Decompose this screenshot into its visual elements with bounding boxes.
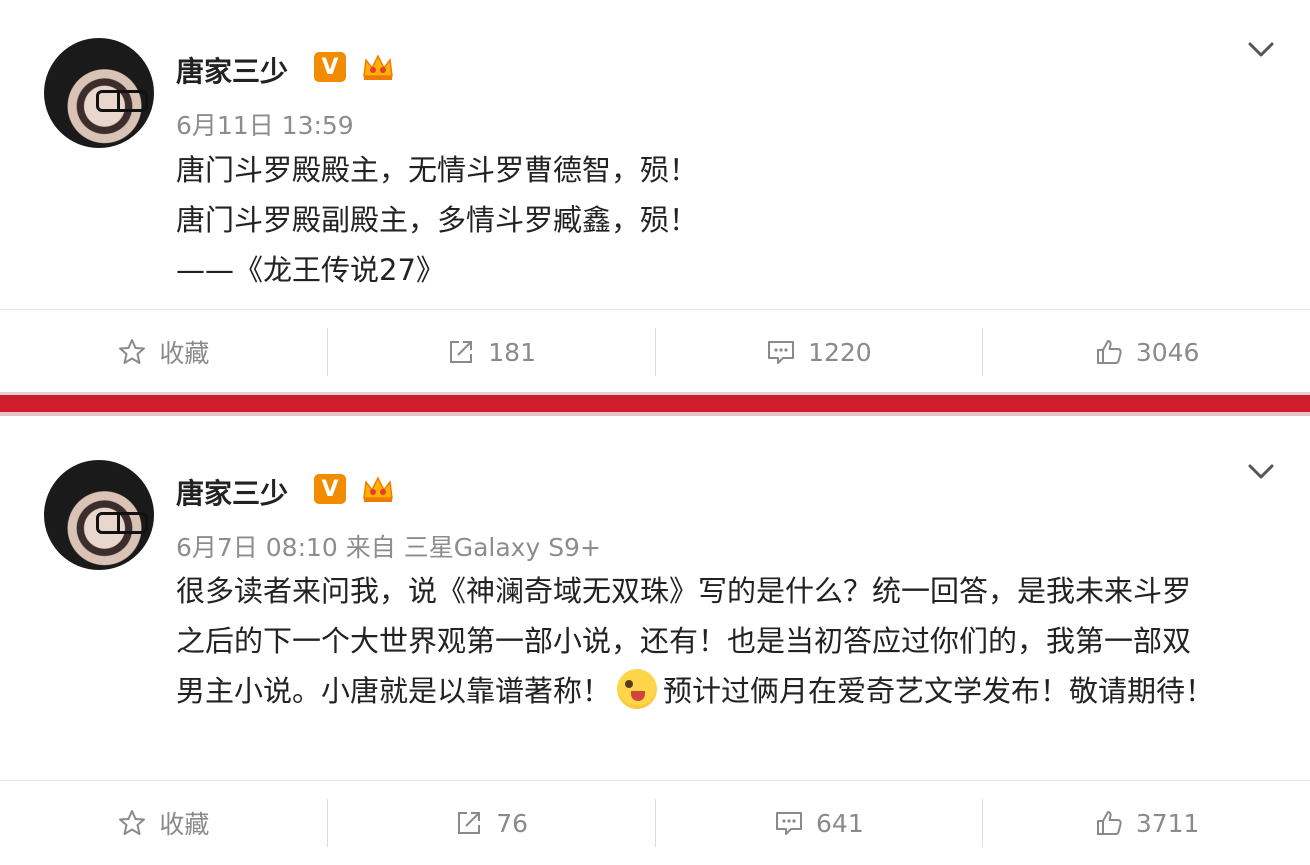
author-name[interactable]: 唐家三少 [176,50,288,90]
favorite-button[interactable]: 收藏 [0,334,327,370]
like-count: 3046 [1135,337,1200,367]
weibo-post: 唐家三少 V 6月7日 08:10 来自 三星Galaxy S9+ 很多读者来问… [0,416,1310,847]
favorite-label: 收藏 [159,339,210,368]
like-button[interactable]: 3711 [983,808,1310,838]
like-button[interactable]: 3046 [983,337,1310,367]
post-content: 很多读者来问我，说《神澜奇域无双珠》写的是什么？统一回答，是我未来斗罗 之后的下… [176,566,1266,716]
content-line: 唐门斗罗殿殿主，无情斗罗曹德智，殒！ [176,153,699,187]
avatar-glasses [96,512,148,534]
weibo-post: 唐家三少 V 6月11日 13:59 唐门斗罗殿殿主，无情斗罗曹德智，殒！ 唐门… [0,0,1310,392]
like-count: 3711 [1135,808,1200,838]
repost-button[interactable]: 76 [328,808,655,838]
action-bar: 收藏 76 641 3711 [0,780,1310,865]
content-line: 很多读者来问我，说《神澜奇域无双珠》写的是什么？统一回答，是我未来斗罗 [176,574,1192,608]
wink-emoji-icon [617,669,658,709]
content-line: 之后的下一个大世界观第一部小说，还有！也是当初答应过你们的，我第一部双 [176,624,1192,658]
content-text: 男主小说。小唐就是以靠谱著称！ [176,674,612,708]
crown-icon[interactable] [360,474,396,504]
repost-count: 76 [496,808,529,838]
post-content: 唐门斗罗殿殿主，无情斗罗曹德智，殒！ 唐门斗罗殿副殿主，多情斗罗臧鑫，殒！ ——… [176,145,1266,295]
content-line: 男主小说。小唐就是以靠谱著称！ 预计过俩月在爱奇艺文学发布！敬请期待！ [176,666,1266,716]
star-icon [119,339,146,364]
like-icon [1096,340,1122,364]
avatar[interactable] [44,38,154,148]
comment-button[interactable]: 1220 [656,337,983,367]
comment-button[interactable]: 641 [656,808,983,838]
crown-icon[interactable] [360,52,396,82]
action-bar: 收藏 181 1220 3046 [0,309,1310,394]
comment-icon [776,812,803,835]
comment-icon [768,341,795,364]
comment-count: 641 [816,808,864,838]
like-icon [1096,811,1122,835]
favorite-label: 收藏 [159,810,210,839]
avatar-glasses [96,90,148,112]
repost-button[interactable]: 181 [328,337,655,367]
post-meta: 6月11日 13:59 [176,111,354,140]
star-icon [119,810,146,835]
content-line[interactable]: ——《龙王传说27》 [176,245,1266,295]
feed-separator [0,392,1310,416]
repost-count: 181 [488,337,536,367]
post-meta: 6月7日 08:10 来自 三星Galaxy S9+ [176,533,601,562]
chevron-down-icon[interactable] [1246,40,1276,60]
comment-count: 1220 [808,337,872,367]
repost-icon [458,812,481,834]
chevron-down-icon[interactable] [1246,462,1276,482]
content-line: 唐门斗罗殿副殿主，多情斗罗臧鑫，殒！ [176,203,699,237]
author-name[interactable]: 唐家三少 [176,472,288,512]
verified-badge[interactable]: V [314,474,346,504]
verified-badge[interactable]: V [314,52,346,82]
avatar[interactable] [44,460,154,570]
favorite-button[interactable]: 收藏 [0,805,327,841]
content-text: 预计过俩月在爱奇艺文学发布！敬请期待！ [663,674,1215,708]
repost-icon [450,341,473,363]
